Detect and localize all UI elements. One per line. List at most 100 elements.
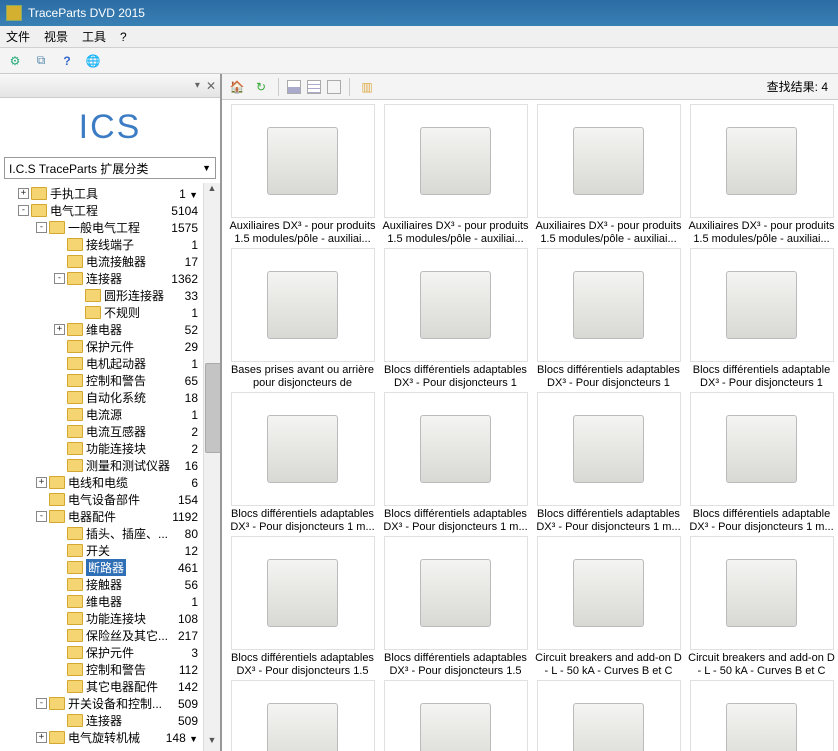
tree-item[interactable]: 圆形连接器33 [2, 287, 220, 304]
tree-item[interactable]: 电气设备部件154 [2, 491, 220, 508]
tree-item[interactable]: +手执工具1 ▼ [2, 185, 220, 202]
category-dropdown[interactable]: I.C.S TraceParts 扩展分类 ▼ [4, 157, 216, 179]
scroll-down-icon[interactable]: ▼ [204, 735, 220, 751]
tree-item-label: 电器配件 [68, 508, 116, 525]
folder-icon [31, 204, 47, 217]
expand-icon[interactable]: + [36, 477, 47, 488]
tree-item[interactable]: +电线和电缆6 [2, 474, 220, 491]
product-card[interactable]: Circuit breakers and add-on D- L - 50 kA… [685, 536, 838, 678]
product-card[interactable]: Auxiliaires DX³ - pour produits1.5 modul… [532, 104, 685, 246]
diagram-icon[interactable]: ⧉ [32, 52, 50, 70]
globe-icon[interactable]: 🌐 [84, 52, 102, 70]
expand-icon[interactable]: - [54, 273, 65, 284]
tree-scrollbar[interactable]: ▲ ▼ [203, 183, 220, 751]
settings-icon[interactable]: ⚙ [6, 52, 24, 70]
product-card[interactable]: Blocs différentiels adaptablesDX³ - Pour… [226, 392, 379, 534]
tree-item[interactable]: -连接器1362 [2, 270, 220, 287]
tree-item[interactable]: 不规则1 [2, 304, 220, 321]
folder-icon [67, 595, 83, 608]
tree-item[interactable]: +维电器52 [2, 321, 220, 338]
expand-icon[interactable]: - [18, 205, 29, 216]
product-card[interactable]: Blocs différentiels adaptablesDX³ - Pour… [379, 248, 532, 390]
product-card[interactable]: Circuit breakers and add-on D- L - 50 kA… [532, 536, 685, 678]
tree-item[interactable]: 电机起动器1 [2, 355, 220, 372]
product-thumbnail [537, 680, 681, 751]
product-card[interactable]: Blocs différentiels adaptableDX³ - Pour … [685, 248, 838, 390]
menu-help[interactable]: ? [120, 30, 127, 44]
folder-icon [31, 187, 47, 200]
product-card[interactable]: Blocs différentiels adaptablesDX³ - Pour… [379, 392, 532, 534]
folder-icon [67, 374, 83, 387]
product-card[interactable]: Circuit breakers and add-on DX- L - 50 k… [379, 680, 532, 751]
sidebar-close-icon[interactable]: ✕ [206, 79, 216, 93]
scrollbar-thumb[interactable] [205, 363, 220, 453]
tree-item[interactable]: 插头、插座、...80 [2, 525, 220, 542]
product-thumbnail [231, 536, 375, 650]
product-card[interactable]: Auxiliaires DX³ - pour produits1.5 modul… [685, 104, 838, 246]
product-card[interactable]: Circuit breakers and add-on DX- L - 50 k… [532, 680, 685, 751]
tree-item[interactable]: 接线端子1 [2, 236, 220, 253]
menu-view[interactable]: 视景 [44, 28, 68, 45]
product-card[interactable]: Circuit breakers and add-on DX- L - 50 k… [226, 680, 379, 751]
tree-item[interactable]: 控制和警告65 [2, 372, 220, 389]
product-card[interactable]: Bases prises avant ou arrièrepour disjon… [226, 248, 379, 390]
expand-icon[interactable]: - [36, 222, 47, 233]
search-result-label: 查找结果: 4 [767, 78, 832, 95]
tree-item[interactable]: 开关12 [2, 542, 220, 559]
tree-item[interactable]: 电流接触器17 [2, 253, 220, 270]
tree-item[interactable]: 保护元件29 [2, 338, 220, 355]
home-icon[interactable]: 🏠 [228, 78, 246, 96]
expand-icon[interactable]: + [18, 188, 29, 199]
product-card[interactable]: Circuit breakers and add-on D- L - 50 kA… [685, 680, 838, 751]
sidebar-collapse-icon[interactable]: ▾ [195, 80, 200, 91]
tree-item[interactable]: 其它电器配件142 [2, 678, 220, 695]
expand-icon[interactable]: - [36, 698, 47, 709]
product-card[interactable]: Blocs différentiels adaptablesDX³ - Pour… [226, 536, 379, 678]
help-icon[interactable]: ? [58, 52, 76, 70]
product-caption: Circuit breakers and add-on D- L - 50 kA… [532, 652, 685, 678]
tree-item[interactable]: 测量和测试仪器16 [2, 457, 220, 474]
refresh-icon[interactable]: ↻ [252, 78, 270, 96]
tree-item[interactable]: 控制和警告112 [2, 661, 220, 678]
product-card[interactable]: Auxiliaires DX³ - pour produits1.5 modul… [379, 104, 532, 246]
view-list-icon[interactable] [287, 80, 301, 94]
tree-item[interactable]: 功能连接块108 [2, 610, 220, 627]
tree-item[interactable]: 断路器461 [2, 559, 220, 576]
tree-item[interactable]: 连接器509 [2, 712, 220, 729]
scroll-up-icon[interactable]: ▲ [204, 183, 220, 199]
expand-icon[interactable]: + [54, 324, 65, 335]
view-thumb-icon[interactable] [307, 80, 321, 94]
product-card[interactable]: Blocs différentiels adaptablesDX³ - Pour… [379, 536, 532, 678]
menu-file[interactable]: 文件 [6, 28, 30, 45]
tree-item[interactable]: 保护元件3 [2, 644, 220, 661]
tree-item[interactable]: 维电器1 [2, 593, 220, 610]
product-card[interactable]: Blocs différentiels adaptablesDX³ - Pour… [532, 248, 685, 390]
tree-item-label: 维电器 [86, 593, 122, 610]
tree-item[interactable]: 保险丝及其它...217 [2, 627, 220, 644]
folder-icon [49, 731, 65, 744]
tree-item-label: 其它电器配件 [86, 678, 158, 695]
view-detail-icon[interactable] [327, 80, 341, 94]
expand-icon[interactable]: + [36, 732, 47, 743]
tree-item[interactable]: -电器配件1192 [2, 508, 220, 525]
tree-item[interactable]: 电流互感器2 [2, 423, 220, 440]
tree-item[interactable]: -开关设备和控制...509 [2, 695, 220, 712]
product-caption: Bases prises avant ou arrièrepour disjon… [226, 364, 379, 390]
category-tree: +手执工具1 ▼-电气工程5104-一般电气工程1575接线端子1电流接触器17… [0, 183, 220, 751]
menu-tools[interactable]: 工具 [82, 28, 106, 45]
tree-item[interactable]: -一般电气工程1575 [2, 219, 220, 236]
tree-item-label: 保护元件 [86, 644, 134, 661]
product-caption: Blocs différentiels adaptablesDX³ - Pour… [379, 508, 532, 534]
product-card[interactable]: Auxiliaires DX³ - pour produits1.5 modul… [226, 104, 379, 246]
product-card[interactable]: Blocs différentiels adaptableDX³ - Pour … [685, 392, 838, 534]
tree-item[interactable]: -电气工程5104 [2, 202, 220, 219]
expand-icon[interactable]: - [36, 511, 47, 522]
product-card[interactable]: Blocs différentiels adaptablesDX³ - Pour… [532, 392, 685, 534]
folders-icon[interactable]: ▥ [358, 78, 376, 96]
tree-item-label: 电气工程 [50, 202, 98, 219]
tree-item[interactable]: +电气旋转机械148 ▼ [2, 729, 220, 746]
tree-item[interactable]: 自动化系统18 [2, 389, 220, 406]
tree-item[interactable]: 电流源1 [2, 406, 220, 423]
tree-item[interactable]: 接触器56 [2, 576, 220, 593]
tree-item[interactable]: 功能连接块2 [2, 440, 220, 457]
